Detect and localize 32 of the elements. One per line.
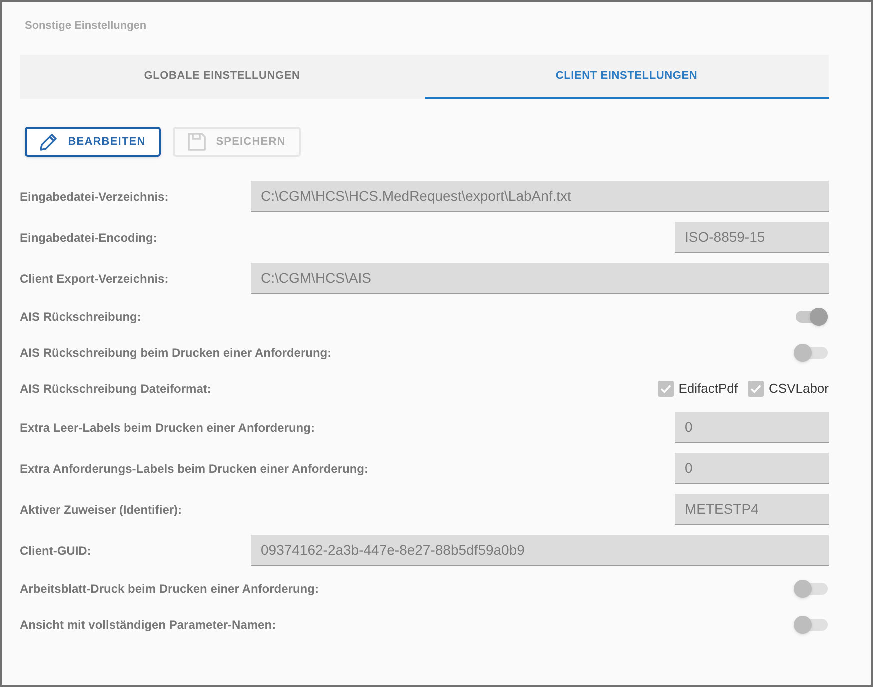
setting-label: Aktiver Zuweiser (Identifier): (20, 502, 182, 518)
setting-label: Client Export-Verzeichnis: (20, 270, 169, 286)
setting-label: Ansicht mit vollständigen Parameter-Namen: (20, 617, 276, 633)
setting-label: Arbeitsblatt-Druck beim Drucken einer Anforderung: (20, 581, 319, 597)
text-field[interactable]: ISO-8859-15 (675, 222, 829, 253)
text-field[interactable]: 09374162-2a3b-447e-8e27-88b5df59a0b9 (251, 535, 829, 566)
setting-label: AIS Rückschreibung beim Drucken einer Anforderung: (20, 345, 332, 361)
toggle-switch[interactable] (794, 344, 828, 362)
text-field[interactable]: C:\CGM\HCS\AIS (251, 263, 829, 294)
text-field[interactable]: 0 (675, 412, 829, 443)
checkbox-label: CSVLabor (769, 380, 829, 398)
setting-label: Extra Leer-Labels beim Drucken einer Anforderung: (20, 420, 315, 436)
tab[interactable]: GLOBALE EINSTELLUNGEN (20, 55, 424, 99)
setting-label: Eingabedatei-Encoding: (20, 230, 158, 246)
setting-label: AIS Rückschreibung Dateiformat: (20, 381, 212, 397)
text-field[interactable]: METESTP4 (675, 494, 829, 525)
toggle-switch[interactable] (794, 580, 828, 598)
setting-label: Client-GUID: (20, 542, 92, 558)
window-title: Sonstige Einstellungen (25, 19, 147, 33)
text-field[interactable]: C:\CGM\HCS\HCS.MedRequest\export\LabAnf.txt (251, 181, 829, 212)
setting-label: AIS Rückschreibung: (20, 309, 142, 325)
setting-label: Extra Anforderungs-Labels beim Drucken einer Anforderung: (20, 460, 368, 476)
tab[interactable]: CLIENT EINSTELLUNGEN (424, 55, 829, 99)
checkbox-label: EdifactPdf (678, 380, 738, 398)
toggle-switch[interactable] (794, 616, 828, 634)
toggle-switch[interactable] (794, 308, 828, 326)
text-field[interactable]: 0 (675, 453, 829, 484)
checkbox[interactable] (748, 381, 764, 397)
setting-label: Eingabedatei-Verzeichnis: (20, 188, 169, 204)
checkbox[interactable] (658, 381, 674, 397)
pencil-icon (40, 133, 58, 151)
edit-button[interactable]: BEARBEITEN (25, 127, 161, 157)
